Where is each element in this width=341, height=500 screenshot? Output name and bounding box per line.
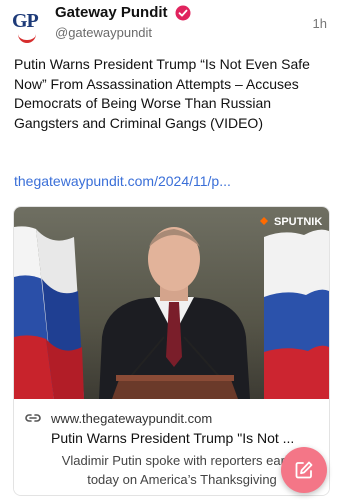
compose-button[interactable] (281, 447, 327, 493)
card-footer[interactable]: www.thegatewaypundit.com Putin Warns Pre… (14, 399, 329, 495)
edit-icon (295, 461, 313, 479)
card-image[interactable]: SPUTNIK (14, 207, 329, 399)
link-icon (25, 414, 41, 422)
link-preview-card[interactable]: SPUTNIK www.thegatewaypundit.com Putin W… (13, 206, 330, 496)
post-link[interactable]: thegatewaypundit.com/2024/11/p... (14, 173, 231, 189)
author-name[interactable]: Gateway Pundit (55, 4, 168, 21)
sputnik-watermark: SPUTNIK (274, 216, 322, 228)
card-domain: www.thegatewaypundit.com (51, 411, 213, 426)
post-time: 1h (312, 16, 327, 31)
card-description: Vladimir Putin spoke with reporters earl… (61, 453, 303, 487)
verified-badge-icon (175, 5, 191, 21)
post: GP Gateway Pundit @gatewaypundit 1h Puti… (0, 0, 341, 500)
avatar[interactable]: GP (10, 8, 46, 44)
card-image-scene: SPUTNIK (14, 216, 329, 399)
card-title[interactable]: Putin Warns President Trump "Is Not ... (51, 430, 321, 446)
avatar-logo-text: GP (12, 10, 39, 32)
post-text: Putin Warns President Trump “Is Not Even… (14, 56, 310, 131)
author-handle[interactable]: @gatewaypundit (55, 25, 152, 40)
avatar-swoosh (18, 34, 36, 43)
